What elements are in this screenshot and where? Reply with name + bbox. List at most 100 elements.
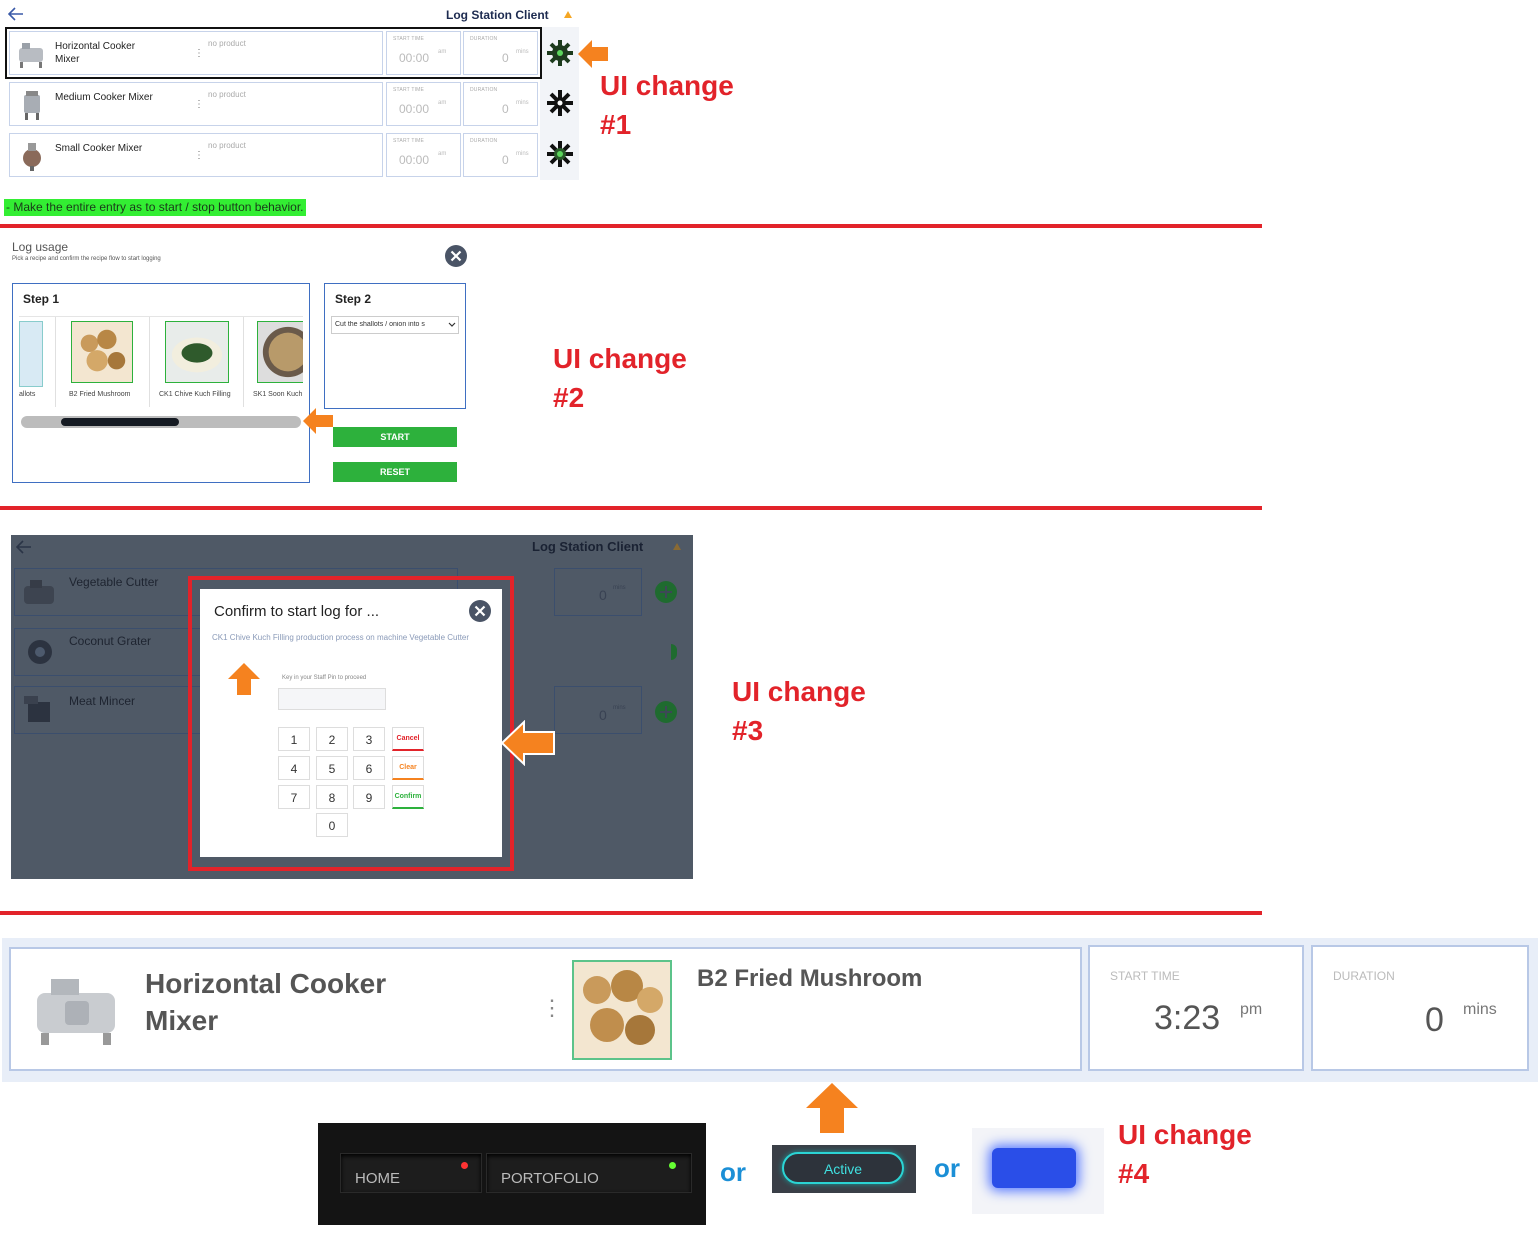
machine-image — [37, 979, 115, 1045]
machine-entry[interactable]: Small Cooker Mixer ⋮ no product — [9, 133, 383, 177]
recipe-image[interactable] — [165, 321, 229, 383]
close-icon[interactable] — [444, 244, 468, 268]
machine-name: Vegetable Cutter — [69, 575, 159, 589]
arrow-left-icon — [500, 720, 555, 766]
keypad-key-5[interactable]: 5 — [316, 756, 348, 780]
more-options-icon[interactable]: ⋮ — [194, 48, 204, 59]
step1-panel: Step 1 allots B2 Fried Mushroom CK1 Chiv… — [12, 283, 310, 483]
step2-label: Step 2 — [335, 292, 372, 306]
recipe-image — [572, 960, 672, 1060]
machine-image — [19, 43, 43, 68]
keypad-key-1[interactable]: 1 — [278, 727, 310, 751]
arrow-left-icon — [303, 408, 333, 434]
annotation-label: UI change #1 — [600, 70, 734, 140]
dialog-title: Confirm to start log for ... — [214, 603, 380, 620]
start-time-box: START TIME 00:00 am — [386, 133, 461, 177]
machine-entry[interactable]: Horizontal Cooker Mixer ⋮ no product — [9, 31, 383, 75]
arrow-up-icon — [228, 663, 260, 695]
add-icon[interactable] — [654, 700, 678, 724]
keypad-key-2[interactable]: 2 — [316, 727, 348, 751]
start-time-box: START TIME 3:23 pm — [1088, 945, 1304, 1071]
keypad-key-6[interactable]: 6 — [353, 756, 385, 780]
home-button[interactable]: HOME — [340, 1153, 482, 1193]
annotation-label: UI change #2 — [553, 343, 687, 413]
back-arrow-icon[interactable] — [16, 540, 32, 554]
status-dot — [669, 1162, 676, 1169]
or-separator: or — [934, 1153, 960, 1183]
annotation-label: UI change #3 — [732, 676, 866, 746]
keypad-key-0[interactable]: 0 — [316, 813, 348, 837]
recipe-image[interactable] — [71, 321, 133, 383]
machine-image — [24, 91, 40, 120]
machine-entry[interactable]: Medium Cooker Mixer ⋮ no product — [9, 82, 383, 126]
start-button[interactable]: START — [333, 427, 457, 447]
keypad-key-3[interactable]: 3 — [353, 727, 385, 751]
keypad-key-8[interactable]: 8 — [316, 785, 348, 809]
home-label: HOME — [355, 1170, 400, 1187]
clear-button[interactable]: Clear — [392, 756, 424, 780]
dialog-title: Log usage — [12, 240, 69, 254]
recipe-separator — [149, 317, 150, 407]
confirm-dialog: Confirm to start log for ... CK1 Chive K… — [200, 589, 502, 857]
add-icon[interactable] — [654, 580, 678, 604]
more-options-icon[interactable]: ⋮ — [541, 995, 563, 1021]
reset-button[interactable]: RESET — [333, 462, 457, 482]
product-name: no product — [208, 90, 246, 99]
portfolio-button[interactable]: PORTOFOLIO — [486, 1153, 692, 1193]
step2-panel: Step 2 Cut the shallots / onion into s — [324, 283, 466, 409]
recipe-caption: allots — [19, 391, 36, 398]
back-arrow-icon[interactable] — [8, 7, 24, 21]
horizontal-scrollbar[interactable] — [21, 416, 301, 428]
duration-box: 0 mins — [554, 686, 642, 734]
arrow-up-icon — [806, 1083, 858, 1133]
gear-icon[interactable] — [546, 140, 574, 168]
recipe-separator — [55, 317, 56, 407]
recipe-strip: allots B2 Fried Mushroom CK1 Chive Kuch … — [19, 316, 303, 407]
section-divider — [0, 224, 1262, 228]
duration-box: DURATION 0 mins — [463, 82, 538, 126]
style-option-glow-button — [972, 1128, 1104, 1214]
step2-select[interactable]: Cut the shallots / onion into s — [331, 316, 459, 334]
machine-name: Small Cooker Mixer — [55, 143, 143, 154]
confirm-button[interactable]: Confirm — [392, 785, 424, 809]
keypad-key-4[interactable]: 4 — [278, 756, 310, 780]
machine-name: Medium Cooker Mixer — [55, 92, 153, 103]
keypad-key-9[interactable]: 9 — [353, 785, 385, 809]
more-options-icon[interactable]: ⋮ — [194, 99, 204, 110]
collapse-triangle-icon[interactable] — [673, 543, 681, 550]
recipe-card[interactable] — [19, 321, 43, 387]
recipe-image[interactable] — [257, 321, 303, 383]
app-title: Log Station Client — [446, 8, 549, 22]
app-title: Log Station Client — [532, 539, 644, 554]
active-pill-button[interactable]: Active — [782, 1152, 904, 1184]
pin-input[interactable] — [278, 688, 386, 710]
section-divider — [0, 506, 1262, 510]
close-icon[interactable] — [468, 599, 492, 623]
keypad-key-7[interactable]: 7 — [278, 785, 310, 809]
active-label: Active — [823, 1161, 863, 1177]
scrollbar-thumb[interactable] — [61, 418, 179, 426]
portfolio-label: PORTOFOLIO — [501, 1170, 599, 1187]
status-dot — [461, 1162, 468, 1169]
or-separator: or — [720, 1157, 746, 1187]
glow-button[interactable] — [992, 1148, 1076, 1188]
dialog-subtitle: Pick a recipe and confirm the recipe flo… — [12, 256, 161, 262]
active-machine-entry[interactable]: Horizontal Cooker Mixer ⋮ B2 Fried Mushro… — [9, 947, 1082, 1071]
machine-name: Coconut Grater — [69, 634, 152, 648]
product-name: no product — [208, 39, 246, 48]
cancel-button[interactable]: Cancel — [392, 727, 424, 751]
more-options-icon[interactable]: ⋮ — [194, 150, 204, 161]
duration-box: 0 mins — [554, 568, 642, 616]
start-time-box: START TIME 00:00 am — [386, 31, 461, 75]
machine-name: Meat Mincer — [69, 694, 136, 708]
highlighted-note: - Make the entire entry as to start / st… — [4, 199, 306, 216]
select-value: Cut the shallots / onion into s — [335, 321, 425, 328]
recipe-caption: B2 Fried Mushroom — [69, 391, 131, 398]
collapse-triangle-icon[interactable] — [564, 11, 572, 18]
gear-icon[interactable] — [546, 39, 574, 67]
section-divider — [0, 911, 1262, 915]
gear-icon[interactable] — [546, 89, 574, 117]
machine-name: Horizontal Cooker Mixer — [55, 41, 136, 65]
annotation-label: UI change #4 — [1118, 1119, 1252, 1189]
style-option-active-pill: Active — [772, 1145, 916, 1193]
